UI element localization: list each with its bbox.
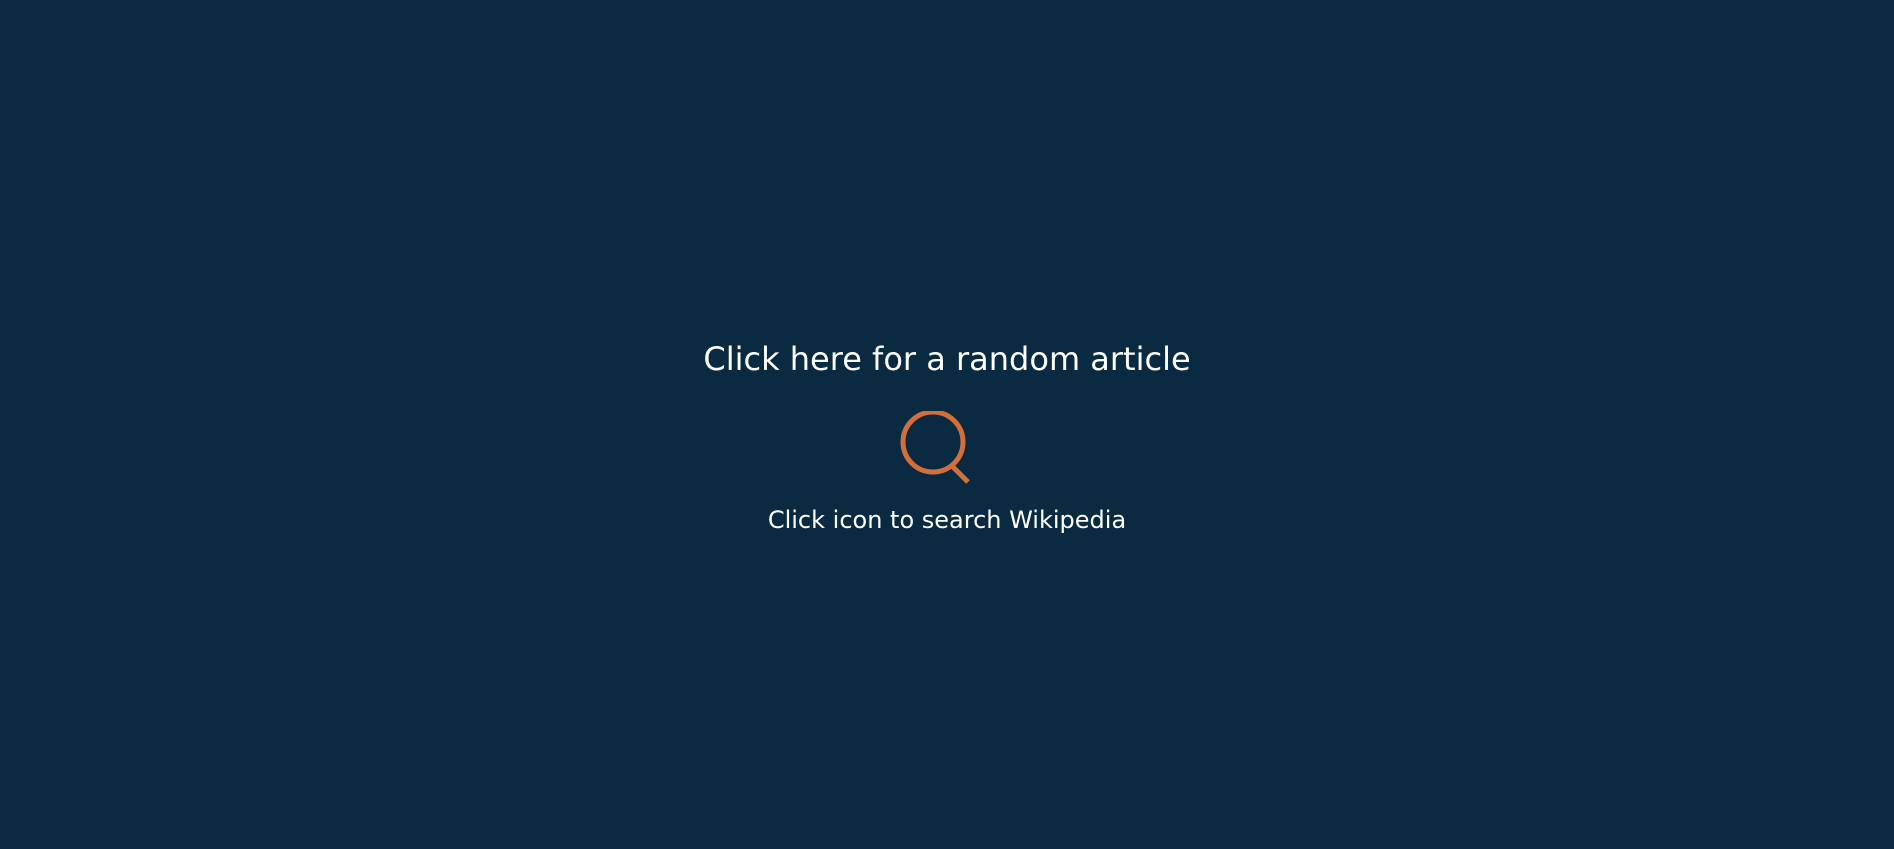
random-article-link[interactable]: Click here for a random article [0,336,1894,382]
page: Click here for a random article Click ic… [0,0,1894,849]
search-icon[interactable] [898,411,970,485]
search-hint-text: Click icon to search Wikipedia [767,506,1127,534]
